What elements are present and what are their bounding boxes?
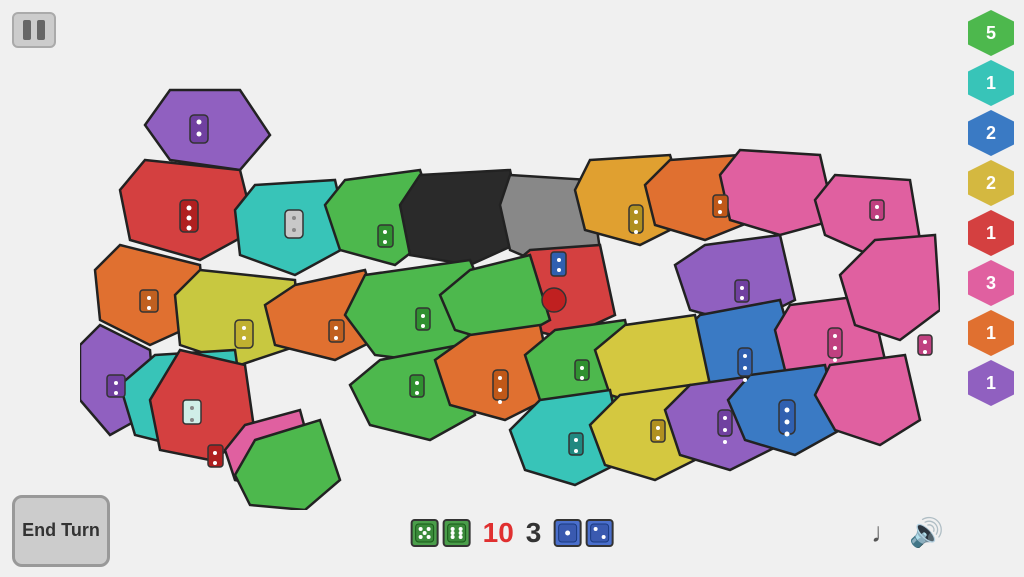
sound-area: ♩ 🔊 [871,516,944,549]
score-tile-yellow[interactable]: 2 [968,160,1014,206]
blue-die-1 [553,519,581,547]
piece-dot [197,132,202,137]
blue-die-2 [585,519,613,547]
pause-button[interactable] [12,12,56,48]
volume-icon[interactable]: 🔊 [909,516,944,549]
piece-purple-lowerright [718,410,732,436]
piece-red-center [542,288,566,312]
right-sidebar: 5 1 2 2 1 3 1 1 [968,10,1014,406]
green-die-2 [443,519,471,547]
piece-blue-lowerright [779,400,795,434]
territory-pink-large-right[interactable] [840,235,940,340]
territory-pink-top-right[interactable] [720,150,835,235]
blue-dice-group [553,519,613,547]
score-tile-orange[interactable]: 1 [968,310,1014,356]
end-turn-button[interactable]: End Turn [12,495,110,567]
score-tile-red[interactable]: 1 [968,210,1014,256]
piece-pink-rightmid [828,328,842,358]
score-tile-green[interactable]: 5 [968,10,1014,56]
score-tile-purple[interactable]: 1 [968,360,1014,406]
black-score: 3 [526,517,542,549]
score-tile-teal[interactable]: 1 [968,60,1014,106]
piece-dot [197,120,202,125]
green-dice-group [411,519,471,547]
piece-blue-rightcenter [738,348,752,376]
score-tile-blue[interactable]: 2 [968,110,1014,156]
score-tile-pink[interactable]: 3 [968,260,1014,306]
piece-yelloworange-top [629,205,643,233]
piece-blue-center [551,252,566,276]
board-svg [80,80,940,510]
piece-purple-top [190,115,208,143]
pause-bar-left [23,20,31,40]
music-icon[interactable]: ♩ [871,517,899,549]
green-score: 10 [483,517,514,549]
end-turn-label: End Turn [22,520,100,542]
pause-bar-right [37,20,45,40]
piece-orange-centerlower [493,370,508,400]
game-board [80,80,940,510]
piece-cyan-left [285,210,303,238]
piece-yellow-left [235,320,253,348]
status-bar: 10 3 [411,517,614,549]
green-die-1 [411,519,439,547]
